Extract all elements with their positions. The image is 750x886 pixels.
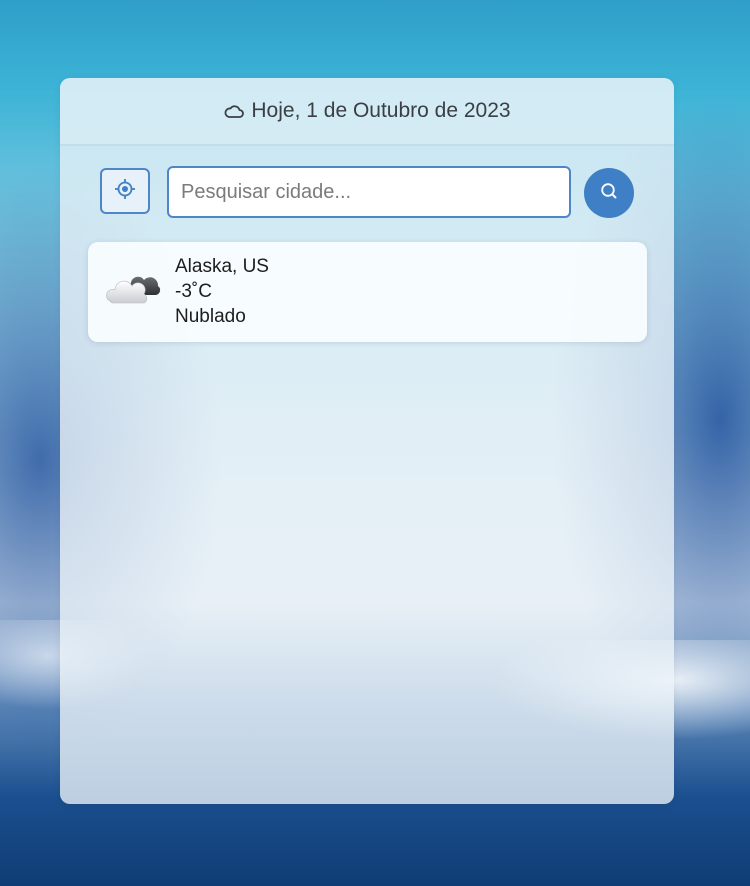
date-label: Hoje, 1 de Outubro de 2023: [251, 99, 511, 122]
weather-result-card[interactable]: Alaska, US -3˚C Nublado: [88, 242, 647, 342]
search-button[interactable]: [584, 168, 634, 218]
city-search-input[interactable]: [167, 166, 571, 218]
location-name: Alaska, US: [175, 256, 269, 277]
current-location-button[interactable]: [100, 168, 150, 214]
search-icon: [599, 181, 619, 206]
weather-condition: Nublado: [175, 306, 246, 327]
weather-panel: Hoje, 1 de Outubro de 2023 Pesquisar cid…: [60, 78, 674, 804]
search-row: [60, 166, 674, 220]
cloud-icon: [223, 102, 245, 120]
weather-info: Alaska, US -3˚C Nublado: [175, 254, 269, 329]
cloudy-icon: [106, 268, 162, 308]
temperature: -3˚C: [175, 281, 212, 302]
crosshair-icon: [114, 178, 136, 205]
panel-header: Hoje, 1 de Outubro de 2023: [60, 78, 674, 146]
